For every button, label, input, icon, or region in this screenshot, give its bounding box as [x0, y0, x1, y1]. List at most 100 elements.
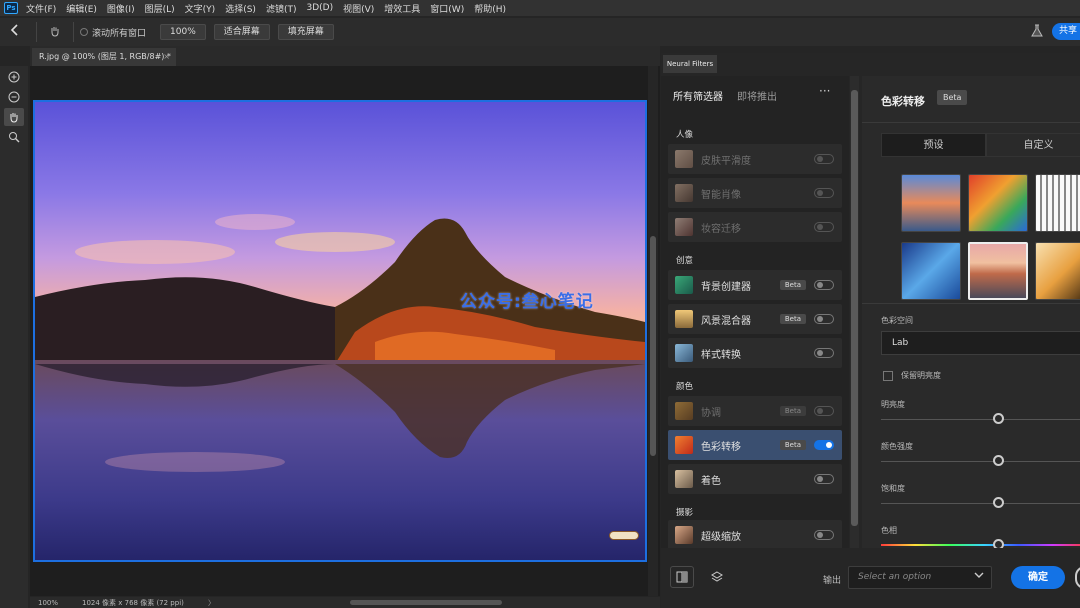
- menu-3d[interactable]: 3D(D): [306, 3, 333, 13]
- cancel-button[interactable]: [1075, 566, 1080, 589]
- toggle-switch[interactable]: [814, 314, 834, 324]
- scrollbar-thumb[interactable]: [650, 236, 656, 456]
- hue-slider[interactable]: [881, 544, 1080, 546]
- preset-thumbnail[interactable]: [968, 174, 1028, 232]
- toggle-switch[interactable]: [814, 154, 834, 164]
- filter-color-transfer[interactable]: 色彩转移 Beta: [668, 430, 842, 460]
- saturation-slider[interactable]: [881, 503, 1080, 504]
- toggle-switch[interactable]: [814, 222, 834, 232]
- more-options-icon[interactable]: ···: [819, 84, 830, 98]
- filter-tabs: 所有筛选器 即将推出: [673, 88, 791, 103]
- filter-background-creator[interactable]: 背景创建器 Beta: [668, 270, 842, 300]
- colorize-thumbnail: [675, 470, 693, 488]
- artwork-image[interactable]: 公众号:叁心笔记: [33, 100, 647, 562]
- toggle-switch[interactable]: [814, 280, 834, 290]
- filter-list-scrollbar[interactable]: [850, 76, 859, 548]
- filter-landscape-mixer[interactable]: 风景混合器 Beta: [668, 304, 842, 334]
- toggle-switch[interactable]: [814, 440, 834, 450]
- menu-type[interactable]: 文字(Y): [185, 2, 216, 15]
- menu-image[interactable]: 图像(I): [107, 2, 135, 15]
- photoshop-logo: Ps: [4, 2, 18, 14]
- toggle-switch[interactable]: [814, 530, 834, 540]
- tab-all-filters[interactable]: 所有筛选器: [673, 88, 723, 103]
- toggle-switch[interactable]: [814, 348, 834, 358]
- menu-edit[interactable]: 编辑(E): [66, 2, 97, 15]
- zoom-100-button[interactable]: 100%: [160, 24, 206, 40]
- filter-colorize[interactable]: 着色: [668, 464, 842, 494]
- slider-knob[interactable]: [993, 497, 1004, 508]
- preset-thumbnail[interactable]: [901, 242, 961, 300]
- menu-layer[interactable]: 图层(L): [145, 2, 175, 15]
- split-view-icon[interactable]: [670, 566, 694, 588]
- landscape-thumbnail: [675, 310, 693, 328]
- horizontal-scrollbar[interactable]: [210, 599, 630, 606]
- filter-name: 背景创建器: [701, 281, 751, 293]
- checkbox[interactable]: [883, 370, 893, 381]
- filter-super-zoom[interactable]: 超级缩放: [668, 520, 842, 550]
- back-arrow-icon[interactable]: [0, 24, 30, 40]
- checkbox-circle[interactable]: [80, 28, 88, 36]
- filter-harmonization[interactable]: 协调 Beta: [668, 396, 842, 426]
- divider: [862, 303, 1080, 304]
- color-space-select[interactable]: Lab: [881, 331, 1080, 355]
- menu-filter[interactable]: 滤镜(T): [266, 2, 297, 15]
- filter-name: 智能肖像: [701, 189, 741, 201]
- flask-icon[interactable]: [1030, 24, 1044, 38]
- toggle-switch[interactable]: [814, 188, 834, 198]
- menu-window[interactable]: 窗口(W): [430, 2, 464, 15]
- slider-knob[interactable]: [993, 413, 1004, 424]
- preset-thumbnail[interactable]: [901, 174, 961, 232]
- beta-badge: Beta: [779, 280, 806, 290]
- menu-select[interactable]: 选择(S): [225, 2, 256, 15]
- vertical-scrollbar[interactable]: [648, 66, 658, 596]
- menu-file[interactable]: 文件(F): [26, 2, 56, 15]
- fit-screen-button[interactable]: 适合屏幕: [213, 24, 270, 40]
- filter-name: 协调: [701, 407, 721, 419]
- luminance-slider[interactable]: [881, 419, 1080, 420]
- filter-name: 超级缩放: [701, 531, 741, 543]
- fill-screen-button[interactable]: 填充屏幕: [277, 24, 334, 40]
- filter-style-transfer[interactable]: 样式转换: [668, 338, 842, 368]
- scroll-all-windows-checkbox[interactable]: 滚动所有窗口: [80, 26, 146, 39]
- layers-icon[interactable]: [705, 566, 729, 588]
- output-select[interactable]: Select an option: [848, 566, 992, 589]
- segment-custom[interactable]: 自定义: [986, 133, 1080, 157]
- color-intensity-slider[interactable]: [881, 461, 1080, 462]
- preset-thumbnail[interactable]: [1035, 174, 1080, 232]
- hand-tool-icon[interactable]: [4, 108, 24, 126]
- filter-skin-smoothing[interactable]: 皮肤平滑度: [668, 144, 842, 174]
- preset-thumbnail-selected[interactable]: [968, 242, 1028, 300]
- zoom-out-icon[interactable]: [4, 88, 24, 106]
- filter-smart-portrait[interactable]: 智能肖像: [668, 178, 842, 208]
- landscape-thumbnail: [675, 276, 693, 294]
- menu-view[interactable]: 视图(V): [343, 2, 374, 15]
- ok-button[interactable]: 确定: [1011, 566, 1065, 589]
- preserve-luminosity-checkbox[interactable]: 保留明亮度: [883, 370, 941, 381]
- luminance-label: 明亮度: [881, 400, 905, 409]
- hand-icon[interactable]: [43, 25, 67, 40]
- scrollbar-thumb[interactable]: [851, 90, 858, 526]
- toggle-switch[interactable]: [814, 406, 834, 416]
- menu-help[interactable]: 帮助(H): [474, 2, 506, 15]
- scrollbar-thumb[interactable]: [350, 600, 502, 605]
- segment-presets[interactable]: 预设: [881, 133, 986, 157]
- category-label: 人像: [676, 130, 694, 140]
- menu-plugins[interactable]: 增效工具: [384, 2, 420, 15]
- neural-filters-tab[interactable]: Neural Filters: [663, 55, 717, 73]
- share-button[interactable]: 共享: [1052, 23, 1080, 40]
- close-icon[interactable]: ×: [163, 48, 170, 66]
- document-tab[interactable]: R.jpg @ 100% (图层 1, RGB/8#) * ×: [32, 48, 176, 66]
- filter-makeup-transfer[interactable]: 妆容迁移: [668, 212, 842, 242]
- output-placeholder: Select an option: [858, 572, 932, 582]
- preset-thumbnail[interactable]: [1035, 242, 1080, 300]
- zoom-level[interactable]: 100%: [38, 599, 74, 607]
- tab-coming-soon[interactable]: 即将推出: [737, 88, 777, 103]
- filter-name: 样式转换: [701, 349, 741, 361]
- canvas-area[interactable]: 公众号:叁心笔记: [30, 66, 660, 596]
- toggle-switch[interactable]: [814, 474, 834, 484]
- magnifier-icon[interactable]: [4, 128, 24, 146]
- slider-knob[interactable]: [993, 455, 1004, 466]
- zoom-in-icon[interactable]: [4, 68, 24, 86]
- detail-title: 色彩转移: [881, 95, 925, 108]
- beta-badge: Beta: [779, 406, 806, 416]
